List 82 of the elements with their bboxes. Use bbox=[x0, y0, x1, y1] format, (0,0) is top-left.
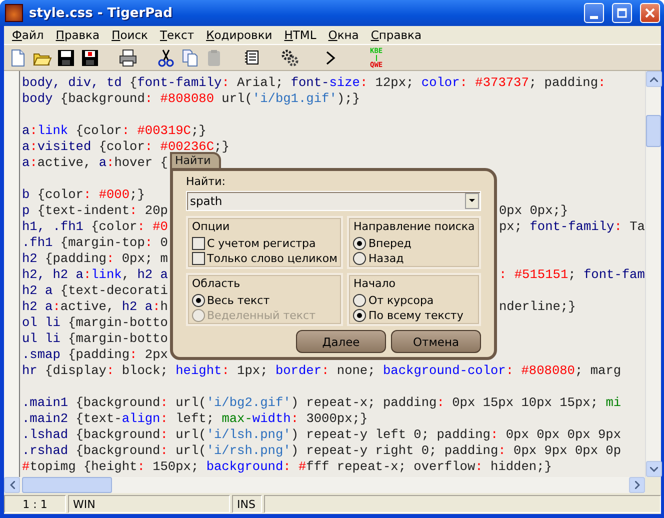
arrow-right-icon bbox=[634, 481, 640, 489]
scroll-up-button[interactable] bbox=[646, 71, 662, 87]
scrollbar-thumb[interactable] bbox=[22, 477, 112, 493]
code-line: a:visited {color: #00236C;} bbox=[22, 139, 230, 155]
code-line: h2 a:active, h2 a:h bbox=[22, 299, 168, 315]
status-field: WIN bbox=[68, 495, 230, 513]
code-line: .smap {padding: 2px bbox=[22, 347, 168, 363]
menu-item[interactable]: Окна bbox=[322, 28, 365, 42]
code-line: hr {display: block; height: 1px; border: none; background-color: #808080; marg bbox=[22, 363, 622, 379]
arrow-up-icon bbox=[650, 76, 658, 82]
app-icon bbox=[5, 4, 23, 22]
menu-item[interactable]: Кодировки bbox=[200, 28, 278, 42]
scissors-icon[interactable] bbox=[156, 48, 176, 68]
menu-item[interactable]: HTML bbox=[278, 28, 322, 42]
code-line: a:active, a:hover { bbox=[22, 155, 168, 171]
status-field: 1 : 1 bbox=[4, 495, 66, 513]
code-line: h2, h2 a:link, h2 a bbox=[22, 267, 168, 283]
radio-option[interactable]: Весь текст bbox=[192, 293, 270, 308]
field-label: Найти: bbox=[186, 175, 226, 188]
radio-option[interactable]: Назад bbox=[353, 251, 404, 266]
window-title: style.css - TigerPad bbox=[29, 6, 174, 20]
code-line: body {background: #808080 url('i/bg1.gif');} bbox=[22, 91, 360, 107]
radio-button[interactable] bbox=[353, 237, 366, 250]
dropdown-arrow-icon bbox=[469, 199, 475, 203]
checkbox[interactable] bbox=[192, 237, 205, 250]
radio-button[interactable] bbox=[353, 309, 366, 322]
radio-button[interactable] bbox=[192, 294, 205, 307]
code-line: px; font-family: Ta bbox=[499, 219, 645, 235]
code-line: .main1 {background: url('i/bg2.gif') repeat-x; padding: 0px 15px 10px 15px; mi bbox=[22, 395, 622, 411]
copy-icon[interactable] bbox=[180, 48, 200, 68]
radio-option[interactable]: По всему тексту bbox=[353, 308, 464, 323]
arrow-left-icon bbox=[10, 481, 14, 489]
code-line: body, div, td {font-family: Arial; font-size: 12px; color: #373737; padding: bbox=[22, 75, 606, 91]
code-line: .fh1 {margin-top: 0 bbox=[22, 235, 168, 251]
code-line: h1, .fh1 {color: #0 bbox=[22, 219, 168, 235]
code-line: nderline;} bbox=[499, 299, 576, 315]
menu-item[interactable]: Правка bbox=[50, 28, 106, 42]
scroll-right-button[interactable] bbox=[629, 477, 645, 493]
code-line: .lshad {background: url('i/lsh.png') repeat-y left 0; padding: 0px 0px 0px 9px bbox=[22, 427, 622, 443]
checkbox-option[interactable]: Только слово целиком bbox=[192, 251, 338, 266]
code-line: b {color: #000;} bbox=[22, 187, 145, 203]
dialog-button[interactable]: Далее bbox=[296, 330, 386, 353]
radio-button[interactable] bbox=[353, 252, 366, 265]
scrollbar-thumb[interactable] bbox=[646, 115, 661, 147]
group-title: Направление поиска bbox=[353, 220, 475, 233]
arrow-down-icon bbox=[650, 466, 658, 472]
close-icon bbox=[645, 8, 655, 18]
menu-item[interactable]: Поиск bbox=[106, 28, 154, 42]
code-line: ul li {margin-botto bbox=[22, 331, 168, 347]
status-field: INS bbox=[232, 495, 262, 513]
menu-item[interactable]: Файл bbox=[6, 28, 50, 42]
checkbox-option[interactable]: С учетом регистра bbox=[192, 236, 316, 251]
minimize-button[interactable] bbox=[584, 3, 604, 23]
maximize-button[interactable] bbox=[612, 3, 632, 23]
code-line: h2 {padding: 0px; m bbox=[22, 251, 168, 267]
group-title: Область bbox=[192, 277, 240, 290]
printer-icon[interactable] bbox=[118, 48, 138, 68]
dialog-button[interactable]: Отмена bbox=[391, 330, 481, 353]
scroll-left-button[interactable] bbox=[4, 477, 20, 493]
code-line: a:link {color: #00319C;} bbox=[22, 123, 206, 139]
minimize-icon bbox=[590, 16, 598, 18]
radio-option[interactable]: От курсора bbox=[353, 293, 434, 308]
code-line: #topimg {height: 150px; background: #fff repeat-x; overflow: hidden;} bbox=[22, 459, 552, 475]
group-title: Опции bbox=[192, 220, 230, 233]
code-line: : #515151; font-fam bbox=[499, 267, 645, 283]
code-line: .rshad {background: url('i/rsh.png') repeat-y right 0; padding: 0px 9px 0px 0p bbox=[22, 443, 622, 459]
close-button[interactable] bbox=[640, 3, 660, 23]
menu-item[interactable]: Текст bbox=[154, 28, 200, 42]
code-line: p {text-indent: 20p bbox=[22, 203, 168, 219]
search-combobox[interactable]: spath bbox=[186, 191, 481, 211]
checkbox[interactable] bbox=[192, 252, 205, 265]
radio-button[interactable] bbox=[353, 294, 366, 307]
code-line: h2 a {text-decorati bbox=[22, 283, 168, 299]
group-title: Начало bbox=[353, 277, 396, 290]
radio-option[interactable]: Вперед bbox=[353, 236, 412, 251]
code-line: 0px 0px;} bbox=[499, 203, 568, 219]
code-line: ol li {margin-botto bbox=[22, 315, 168, 331]
scroll-down-button[interactable] bbox=[646, 461, 662, 477]
code-line: .main2 {text-align: left; max-width: 3000px;} bbox=[22, 411, 368, 427]
gears-icon[interactable] bbox=[280, 48, 300, 68]
menu-item[interactable]: Справка bbox=[364, 28, 428, 42]
maximize-icon bbox=[617, 8, 627, 18]
